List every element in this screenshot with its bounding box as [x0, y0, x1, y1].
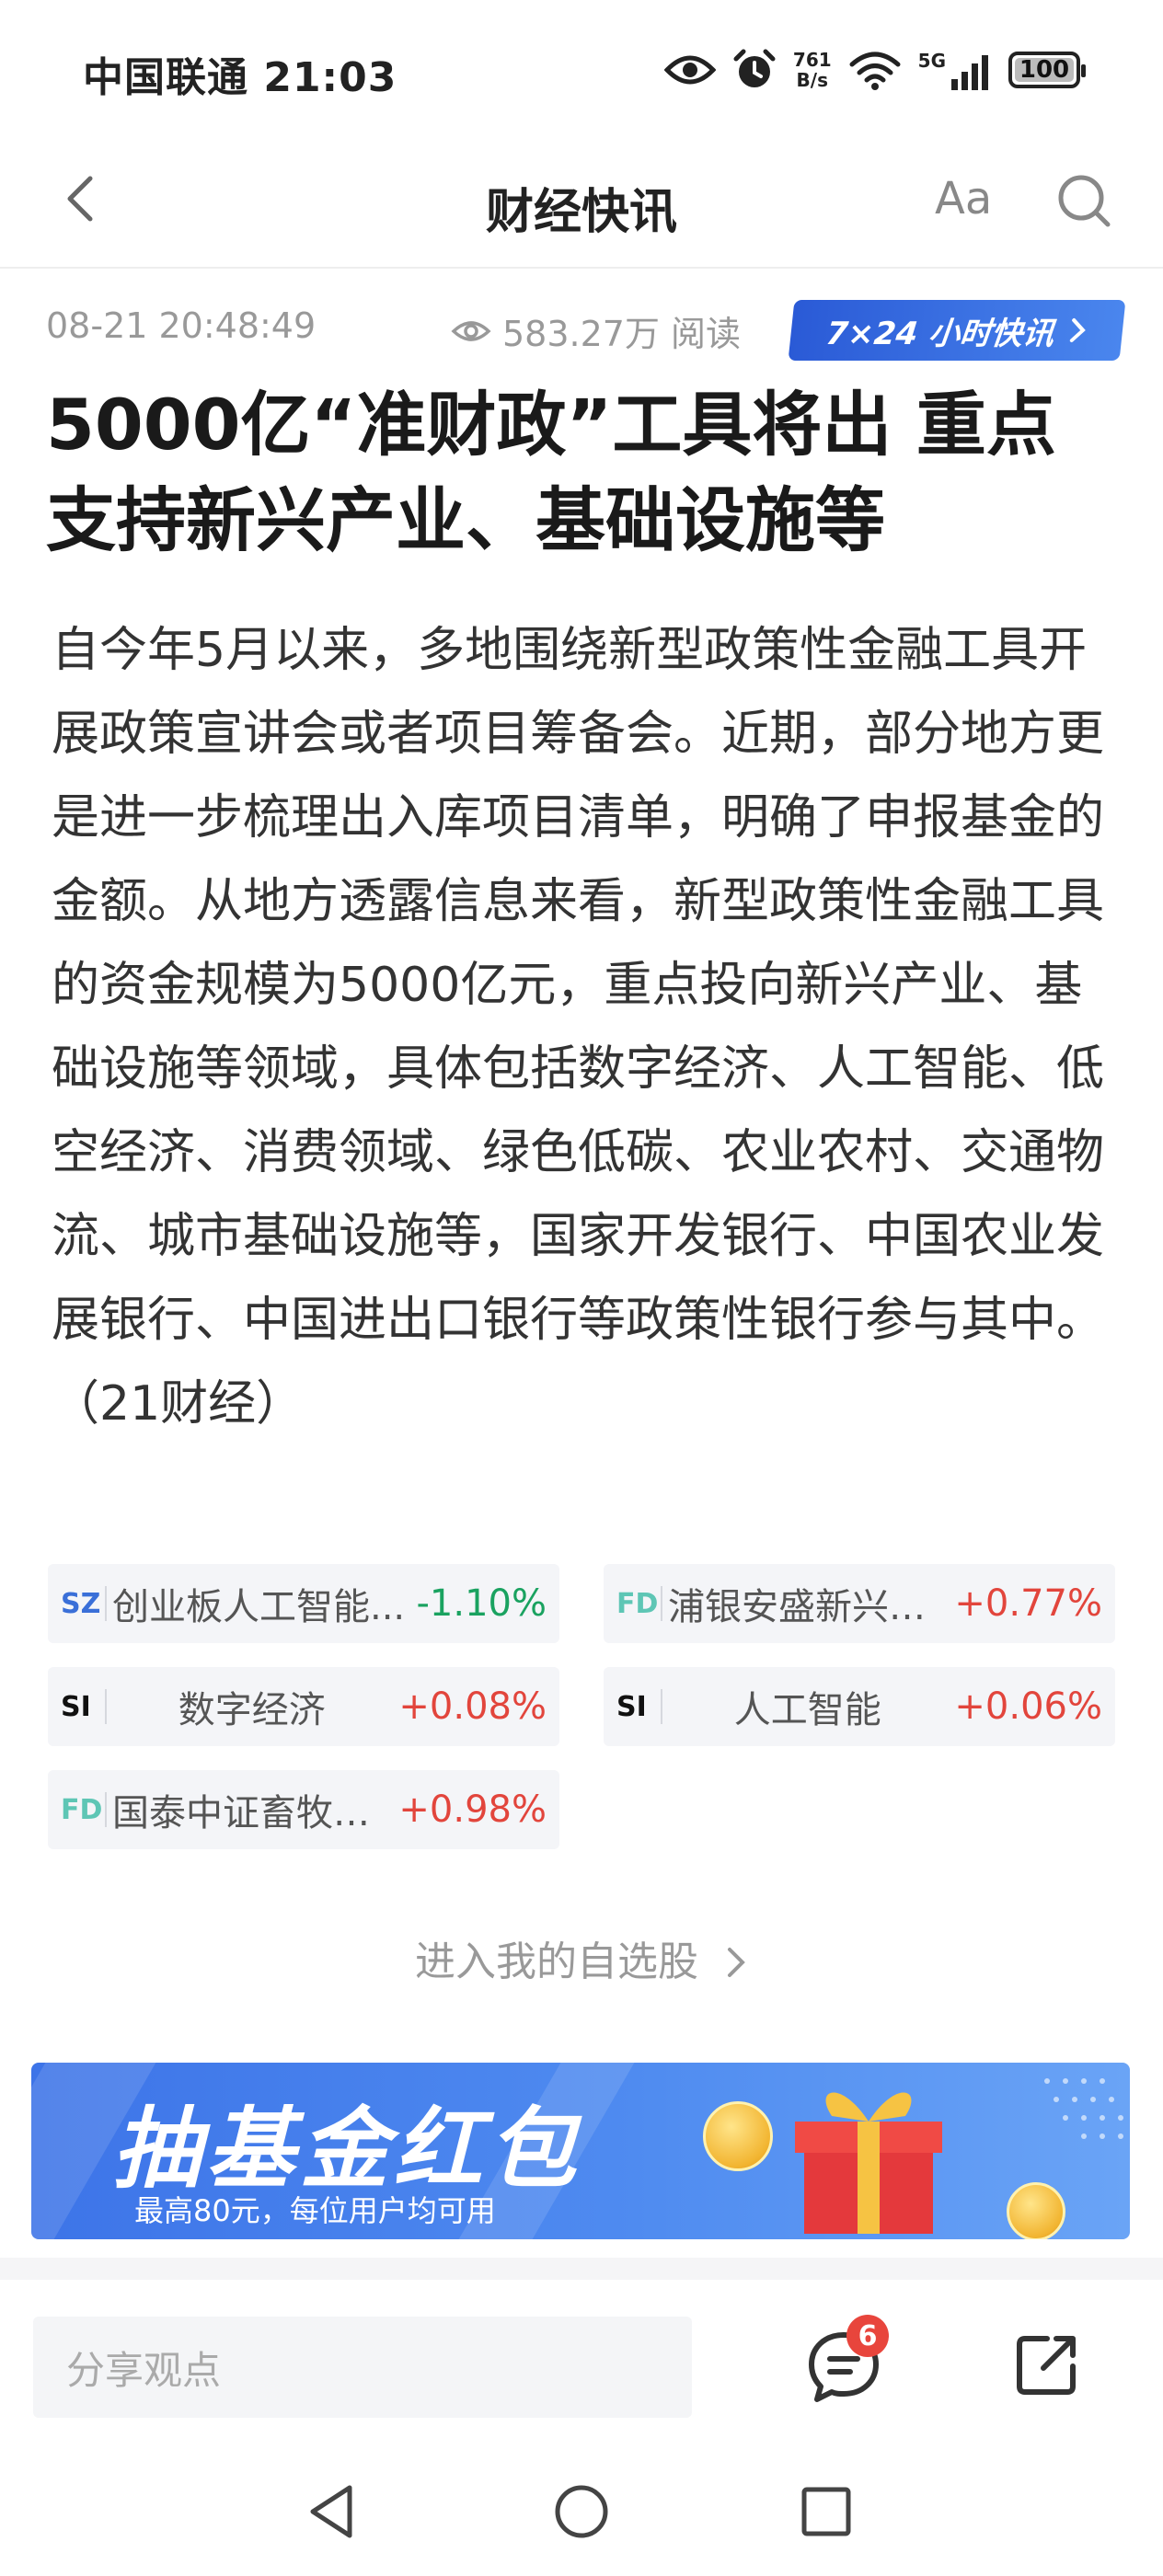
gift-box-icon	[795, 2092, 942, 2234]
cellular-signal: 5G	[918, 50, 992, 90]
market-tag: SZ	[61, 1587, 101, 1620]
stock-chip[interactable]: FD 国泰中证畜牧养... +0.98%	[48, 1770, 559, 1849]
stock-chip[interactable]: SI 数字经济 +0.08%	[48, 1667, 559, 1746]
promo-banner[interactable]: 抽基金红包 最高80元，每位用户均可用	[31, 2063, 1130, 2239]
alarm-icon	[733, 49, 776, 87]
font-size-button[interactable]: Aa	[935, 173, 992, 224]
chip-divider	[105, 1689, 107, 1724]
carrier-name: 中国联通	[83, 54, 248, 101]
watchlist-link-label: 进入我的自选股	[415, 1938, 698, 1985]
clock-time: 21:03	[263, 54, 397, 101]
7x24-feed-button[interactable]: 7×24 小时快讯	[788, 300, 1126, 361]
read-count: 583.27万 阅读	[451, 305, 741, 356]
search-icon[interactable]	[1054, 171, 1113, 230]
stock-chip[interactable]: FD 浦银安盛新兴产... +0.77%	[604, 1564, 1115, 1643]
article-headline: 5000亿“准财政”工具将出 重点支持新兴产业、基础设施等	[46, 384, 1056, 561]
comment-count-badge: 6	[846, 2315, 889, 2357]
chevron-right-icon	[728, 1948, 745, 1977]
security-name: 数字经济	[178, 1689, 326, 1731]
stock-chip[interactable]: SI 人工智能 +0.06%	[604, 1667, 1115, 1746]
share-icon[interactable]	[1010, 2328, 1084, 2401]
security-name: 人工智能	[733, 1689, 881, 1731]
chip-divider	[105, 1792, 107, 1827]
status-icons: 761 B/s 5G 100	[663, 42, 1086, 98]
signal-bars-icon	[951, 55, 988, 90]
banner-title: 抽基金红包	[112, 2098, 582, 2201]
read-count-text: 583.27万 阅读	[502, 314, 742, 354]
comment-input[interactable]: 分享观点	[33, 2317, 692, 2418]
market-tag: FD	[61, 1793, 103, 1826]
eye-icon	[663, 55, 716, 85]
decorative-dots	[1044, 2078, 1123, 2139]
system-recents-icon[interactable]	[789, 2475, 863, 2548]
article-body: 自今年5月以来，多地围绕新型政策性金融工具开展政策宣讲会或者项目筹备会。近期，部…	[52, 623, 1105, 1432]
chevron-right-icon	[1069, 318, 1086, 342]
price-change: -1.10%	[416, 1582, 547, 1625]
net-speed-unit: B/s	[796, 69, 828, 91]
top-nav-bar: 财经快讯 Aa	[0, 138, 1163, 269]
system-back-icon[interactable]	[296, 2475, 370, 2548]
banner-subtitle: 最高80元，每位用户均可用	[134, 2193, 496, 2228]
stock-chip[interactable]: SZ 创业板人工智能... -1.10%	[48, 1564, 559, 1643]
price-change: +0.08%	[398, 1685, 547, 1728]
wifi-icon	[849, 52, 901, 90]
coin-icon	[703, 2101, 773, 2171]
chip-divider	[661, 1689, 662, 1724]
security-name: 国泰中证畜牧养...	[112, 1792, 392, 1834]
views-eye-icon	[451, 320, 491, 341]
system-navigation-bar	[0, 2466, 1163, 2558]
feed-badge-label: 7×24 小时快讯	[823, 315, 1056, 352]
battery-level: 100	[1019, 56, 1070, 84]
article-meta: 08-21 20:48:49 583.27万 阅读 7×24 小时快讯	[46, 294, 1126, 364]
market-tag: SI	[616, 1690, 647, 1723]
chip-divider	[661, 1586, 662, 1621]
status-bar: 中国联通 21:03 761 B/s 5G 100	[0, 0, 1163, 138]
carrier-and-time: 中国联通 21:03	[83, 44, 397, 103]
network-speed: 761 B/s	[793, 50, 832, 90]
market-tag: FD	[616, 1587, 659, 1620]
chip-divider	[105, 1586, 107, 1621]
coin-icon	[1007, 2182, 1065, 2239]
price-change: +0.06%	[954, 1685, 1102, 1728]
system-home-icon[interactable]	[545, 2475, 618, 2548]
section-divider	[0, 2258, 1163, 2280]
security-name: 浦银安盛新兴产...	[668, 1586, 948, 1628]
price-change: +0.77%	[954, 1582, 1102, 1625]
net-speed-value: 761	[792, 49, 832, 71]
network-type: 5G	[917, 50, 946, 72]
watchlist-link[interactable]: 进入我的自选股	[0, 1928, 1163, 1987]
publish-time: 08-21 20:48:49	[46, 305, 317, 346]
market-tag: SI	[61, 1690, 91, 1723]
security-name: 创业板人工智能...	[112, 1586, 406, 1628]
battery-indicator: 100	[1008, 52, 1086, 88]
price-change: +0.98%	[398, 1788, 547, 1831]
